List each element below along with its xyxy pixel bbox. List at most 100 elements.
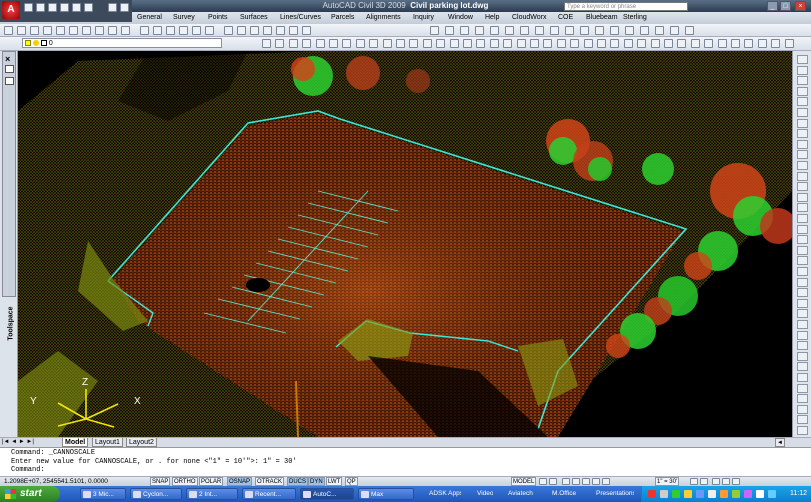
side-stretch-icon[interactable] <box>797 351 808 361</box>
layer-merge-icon[interactable] <box>637 39 647 48</box>
toggle-polar[interactable]: POLAR <box>199 477 224 486</box>
side-hatch-icon[interactable] <box>797 203 808 213</box>
menu-bluebeam[interactable]: Bluebeam <box>586 12 618 24</box>
layer-iso-icon[interactable] <box>516 39 526 48</box>
properties-icon[interactable] <box>224 26 233 35</box>
tray-power-icon[interactable] <box>720 490 728 498</box>
side-chamfer-icon[interactable] <box>797 404 808 414</box>
side-gradient-icon[interactable] <box>797 214 808 223</box>
publish-icon[interactable] <box>69 26 78 35</box>
dim-aligned-icon[interactable] <box>744 39 754 48</box>
side-region-icon[interactable] <box>797 224 808 234</box>
layer-change-icon[interactable] <box>610 39 620 48</box>
linetype-control-icon[interactable] <box>690 39 700 48</box>
taskbar-item[interactable]: Recent... <box>242 488 296 500</box>
lock-icon[interactable] <box>722 478 730 485</box>
annotation-scale-icon[interactable] <box>602 478 610 485</box>
tray-misc-icon[interactable] <box>744 490 752 498</box>
side-text-icon[interactable] <box>797 245 808 255</box>
open-icon[interactable] <box>17 26 26 35</box>
draw-revcloud-icon[interactable] <box>520 26 529 35</box>
side-extend-icon[interactable] <box>797 373 808 382</box>
side-mirror-icon[interactable] <box>797 288 808 298</box>
copy-icon[interactable] <box>95 26 104 35</box>
quick-launch-item[interactable]: Video <box>465 488 493 500</box>
pan-icon[interactable] <box>562 478 570 485</box>
tool-palettes-icon[interactable] <box>250 26 259 35</box>
side-arc-icon[interactable] <box>797 108 808 117</box>
layer-delete-icon[interactable] <box>650 39 660 48</box>
draw-polygon-icon[interactable] <box>460 26 469 35</box>
menu-survey[interactable]: Survey <box>173 12 195 24</box>
draw-spline-icon[interactable] <box>535 26 544 35</box>
dim-style-icon[interactable] <box>784 39 794 48</box>
undo-icon[interactable] <box>72 3 81 12</box>
clean-screen-icon[interactable] <box>732 478 740 485</box>
auto-scale-icon[interactable] <box>700 478 708 485</box>
side-move-icon[interactable] <box>797 320 808 329</box>
menu-points[interactable]: Points <box>208 12 227 24</box>
redo-icon[interactable] <box>84 3 93 12</box>
side-ellipse-icon[interactable] <box>797 150 808 160</box>
side-construction-line-icon[interactable] <box>797 65 808 75</box>
command-prompt[interactable]: Command: <box>11 466 811 475</box>
taskbar-item[interactable]: AutoC... <box>300 488 354 500</box>
side-polygon-icon[interactable] <box>797 86 808 96</box>
doc-close-icon[interactable] <box>120 3 129 12</box>
tray-security-icon[interactable] <box>672 490 680 498</box>
rotate-icon[interactable] <box>342 39 352 48</box>
menu-general[interactable]: General <box>137 12 162 24</box>
paste-icon[interactable] <box>108 26 117 35</box>
copy-obj-icon[interactable] <box>275 39 285 48</box>
menu-help[interactable]: Help <box>485 12 499 24</box>
taskbar-item[interactable]: Max <box>358 488 414 500</box>
preview-icon[interactable] <box>56 26 65 35</box>
side-spline-icon[interactable] <box>797 139 808 149</box>
menu-alignments[interactable]: Alignments <box>366 12 401 24</box>
toggle-ortho[interactable]: ORTHO <box>172 477 198 486</box>
pan-icon[interactable] <box>166 26 175 35</box>
explode-icon[interactable] <box>476 39 486 48</box>
model-viewport[interactable]: Z Y X <box>18 51 792 437</box>
annotation-scale-value[interactable]: 1" = 30' <box>655 477 680 486</box>
side-join-icon[interactable] <box>797 394 808 404</box>
redo-icon[interactable] <box>153 26 162 35</box>
side-block-icon[interactable] <box>797 182 808 192</box>
tab-layout2[interactable]: Layout2 <box>126 438 157 447</box>
save-icon[interactable] <box>48 3 57 12</box>
lineweight-control-icon[interactable] <box>704 39 714 48</box>
menu-window[interactable]: Window <box>448 12 473 24</box>
break-icon[interactable] <box>422 39 432 48</box>
chamfer-icon[interactable] <box>449 39 459 48</box>
draw-line-icon[interactable] <box>430 26 439 35</box>
draw-table-icon[interactable] <box>670 26 679 35</box>
tray-network-icon[interactable] <box>696 490 704 498</box>
toggle-osnap[interactable]: OSNAP <box>227 477 253 486</box>
layer-off-icon[interactable] <box>556 39 566 48</box>
side-fillet-icon[interactable] <box>797 415 808 425</box>
layer-previous-icon[interactable] <box>503 39 513 48</box>
dim-radius-icon[interactable] <box>757 39 767 48</box>
new-icon[interactable] <box>24 3 33 12</box>
sheetset-icon[interactable] <box>263 26 272 35</box>
draw-arc-icon[interactable] <box>490 26 499 35</box>
taskbar-item[interactable]: 3 Mic... <box>80 488 126 500</box>
annotation-visibility-icon[interactable] <box>690 478 698 485</box>
draw-insert-block-icon[interactable] <box>580 26 589 35</box>
draw-rectangle-icon[interactable] <box>475 26 484 35</box>
draw-region-icon[interactable] <box>655 26 664 35</box>
minimize-icon[interactable]: _ <box>767 1 778 11</box>
side-ellipse-arc-icon[interactable] <box>797 161 808 170</box>
quick-launch-item[interactable]: M.Office <box>540 488 582 500</box>
toggle-qp[interactable]: QP <box>345 477 358 486</box>
tab-model[interactable]: Model <box>62 438 89 447</box>
layer-walk-icon[interactable] <box>623 39 633 48</box>
application-menu-button[interactable]: A <box>2 1 20 19</box>
tray-sync-icon[interactable] <box>732 490 740 498</box>
draw-ellipse-arc-icon[interactable] <box>565 26 574 35</box>
trim-icon[interactable] <box>382 39 392 48</box>
matchprop-icon[interactable] <box>121 26 130 35</box>
menu-cloudworx[interactable]: CloudWorx <box>512 12 547 24</box>
toggle-dyn[interactable]: DYN <box>308 477 325 486</box>
side-copy-icon[interactable] <box>797 277 808 287</box>
